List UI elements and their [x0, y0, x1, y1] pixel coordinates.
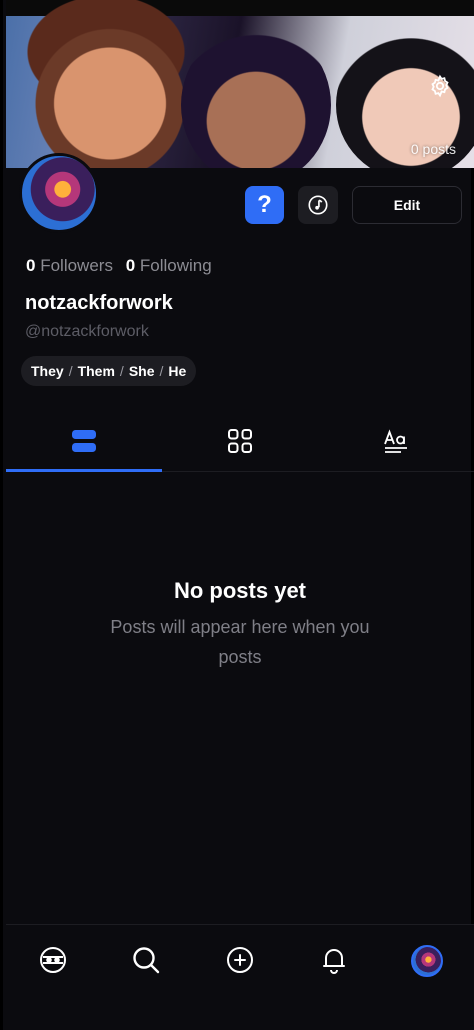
nav-profile[interactable] — [380, 925, 474, 1030]
nav-search[interactable] — [100, 925, 194, 1030]
bottom-nav — [6, 924, 474, 1030]
nav-notifications[interactable] — [287, 925, 381, 1030]
pronoun: Them — [77, 363, 115, 379]
edit-profile-button[interactable]: Edit — [352, 186, 462, 224]
nav-home[interactable] — [6, 925, 100, 1030]
empty-state-subtitle: Posts will appear here when you posts — [110, 617, 370, 667]
search-icon — [133, 947, 160, 974]
banner-posts-count: 0 posts — [410, 141, 456, 157]
nav-profile-avatar — [411, 945, 444, 977]
empty-state-title: No posts yet — [173, 578, 307, 603]
home-icon — [39, 947, 66, 973]
text-posts-icon — [384, 428, 407, 453]
grid-view-icon — [228, 428, 252, 453]
pronoun-separator: / — [159, 363, 164, 379]
list-view-icon — [72, 429, 96, 452]
music-button[interactable] — [298, 186, 338, 224]
following-label: Following — [139, 256, 212, 275]
pronoun: They — [31, 363, 64, 379]
create-post-icon — [226, 947, 253, 973]
music-note-icon — [308, 195, 328, 215]
nav-create[interactable] — [193, 925, 287, 1030]
pronoun: She — [128, 363, 155, 379]
help-button[interactable]: ? — [245, 186, 284, 224]
profile-avatar[interactable] — [19, 153, 99, 233]
following-stat[interactable]: 0 Following — [126, 256, 212, 275]
followers-label: Followers — [40, 256, 113, 275]
following-count: 0 — [125, 256, 136, 275]
pronoun-separator: / — [68, 363, 73, 379]
profile-screen: 0 posts ? Edit 0 Followers 0 Following n… — [0, 0, 474, 1030]
user-handle: @notzackforwork — [25, 323, 149, 340]
banner-art — [30, 10, 190, 168]
tab-text-posts[interactable] — [318, 410, 474, 471]
followers-stat[interactable]: 0 Followers — [26, 256, 113, 275]
tab-grid-view[interactable] — [162, 410, 318, 471]
followers-count: 0 — [26, 256, 36, 275]
pronoun: He — [168, 363, 187, 379]
pronoun-separator: / — [119, 363, 124, 379]
follow-stats: 0 Followers 0 Following — [26, 256, 212, 276]
display-name: notzackforwork — [25, 292, 173, 314]
profile-banner: 0 posts — [6, 0, 474, 168]
notifications-icon — [322, 949, 345, 974]
profile-tabs — [6, 410, 474, 472]
settings-gear-icon[interactable] — [428, 74, 452, 98]
banner-art — [181, 25, 331, 168]
tab-list-view[interactable] — [6, 410, 162, 472]
pronouns-badge: They / Them / She / He — [21, 356, 197, 386]
